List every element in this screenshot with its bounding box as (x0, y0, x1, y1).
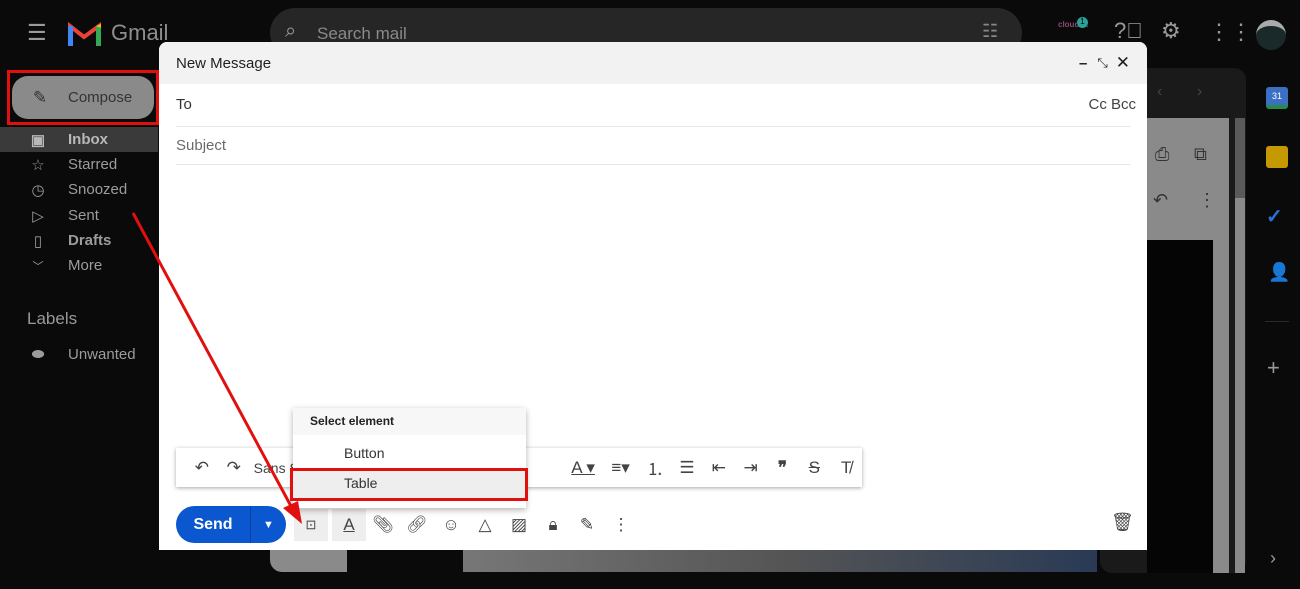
annotation-arrow (131, 212, 302, 524)
